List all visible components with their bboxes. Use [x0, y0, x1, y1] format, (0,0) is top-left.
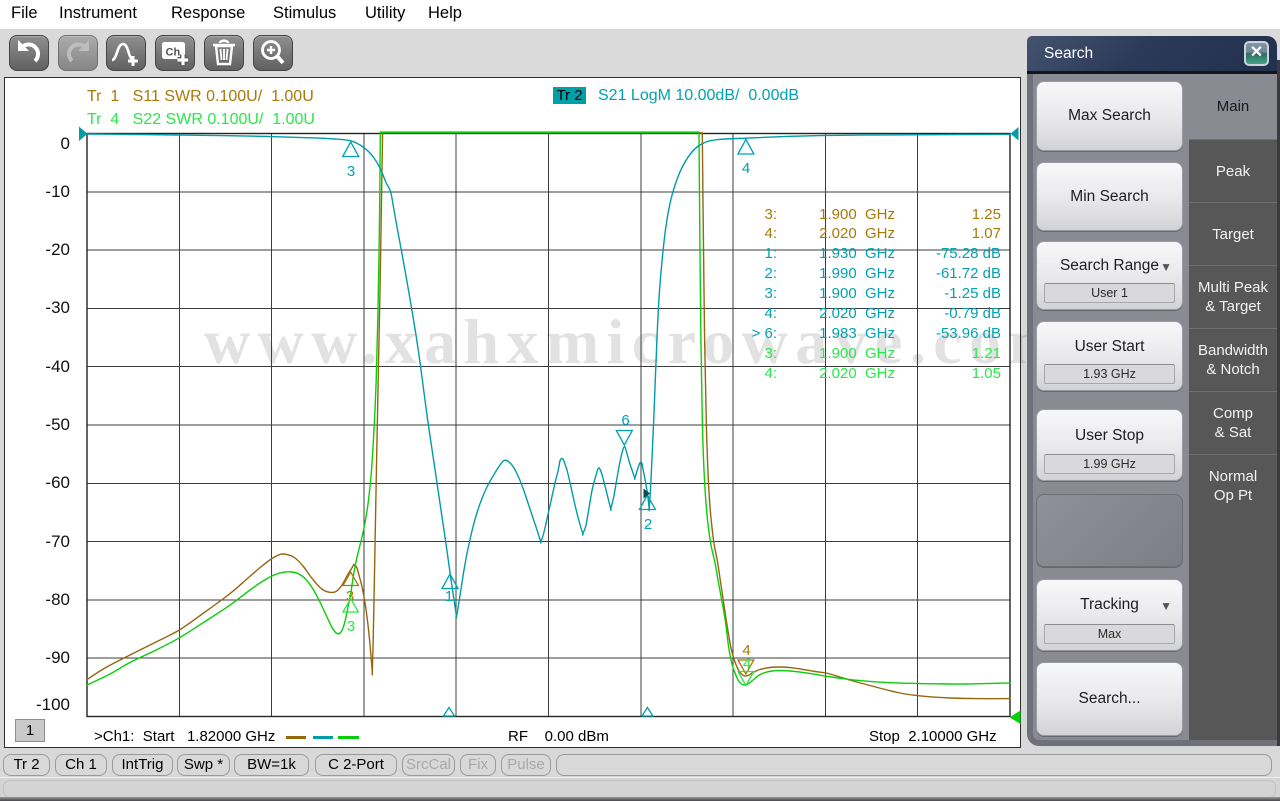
svg-text:6: 6 [621, 412, 629, 429]
svg-text:1: 1 [445, 588, 453, 605]
svg-text:3: 3 [347, 163, 355, 180]
svg-text:4: 4 [742, 160, 750, 177]
svg-text:3: 3 [347, 618, 355, 635]
svg-text:2: 2 [644, 516, 652, 533]
svg-text:4: 4 [743, 656, 751, 673]
